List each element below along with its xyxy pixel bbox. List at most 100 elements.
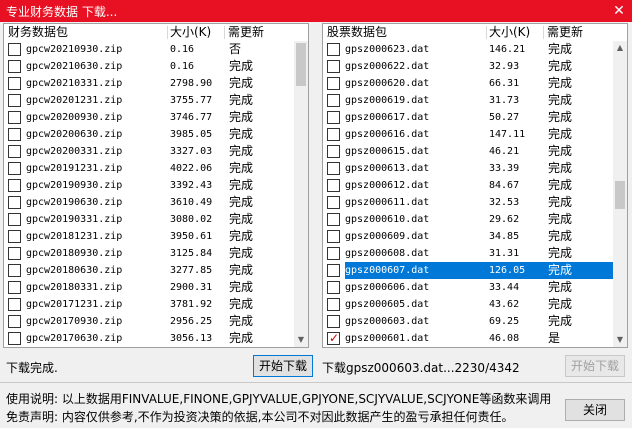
row-checkbox[interactable] [327, 196, 340, 209]
table-row[interactable]: gpsz000623.dat 146.21 完成 [323, 41, 627, 58]
table-row[interactable]: gpcw20190630.zip 3610.49 完成 [4, 194, 308, 211]
row-checkbox[interactable] [8, 213, 21, 226]
table-row[interactable]: gpcw20191231.zip 4022.06 完成 [4, 160, 308, 177]
col-header-name[interactable]: 财务数据包 [8, 24, 68, 41]
table-row[interactable]: gpsz000612.dat 84.67 完成 [323, 177, 627, 194]
table-row[interactable]: gpcw20190930.zip 3392.43 完成 [4, 177, 308, 194]
table-row[interactable]: gpsz000616.dat 147.11 完成 [323, 126, 627, 143]
close-icon[interactable]: ✕ [606, 0, 632, 22]
row-checkbox[interactable] [327, 94, 340, 107]
file-size: 3610.49 [170, 197, 213, 208]
table-row[interactable]: gpsz000607.dat 126.05 完成 [323, 262, 627, 279]
row-checkbox[interactable] [8, 298, 21, 311]
row-checkbox[interactable] [327, 111, 340, 124]
close-button[interactable]: 关闭 [565, 399, 625, 421]
row-checkbox[interactable] [8, 77, 21, 90]
scrollbar-thumb[interactable] [296, 43, 306, 86]
col-header-update[interactable]: 需更新 [228, 24, 264, 41]
row-checkbox[interactable] [327, 213, 340, 226]
table-row[interactable]: ✓ gpsz000601.dat 46.08 是 [323, 330, 627, 347]
col-header-size[interactable]: 大小(K) [170, 24, 211, 41]
table-row[interactable]: gpsz000613.dat 33.39 完成 [323, 160, 627, 177]
row-checkbox[interactable] [327, 179, 340, 192]
row-checkbox[interactable] [8, 179, 21, 192]
file-size: 3781.92 [170, 299, 213, 310]
row-checkbox[interactable] [8, 111, 21, 124]
file-name: gpsz000609.dat [345, 231, 430, 242]
left-start-download-button[interactable]: 开始下载 [253, 355, 313, 377]
table-row[interactable]: gpsz000605.dat 43.62 完成 [323, 296, 627, 313]
file-name: gpsz000601.dat [345, 333, 430, 344]
scrollbar-thumb[interactable] [615, 181, 625, 209]
table-row[interactable]: gpcw20210331.zip 2798.90 完成 [4, 75, 308, 92]
row-checkbox[interactable] [8, 162, 21, 175]
table-row[interactable]: gpsz000615.dat 46.21 完成 [323, 143, 627, 160]
table-row[interactable]: gpcw20180331.zip 2900.31 完成 [4, 279, 308, 296]
row-checkbox[interactable] [327, 315, 340, 328]
row-checkbox[interactable] [8, 196, 21, 209]
right-start-download-button[interactable]: 开始下载 [565, 355, 625, 377]
row-checkbox[interactable] [327, 281, 340, 294]
table-row[interactable]: gpcw20170930.zip 2956.25 完成 [4, 313, 308, 330]
table-row[interactable]: gpsz000606.dat 33.44 完成 [323, 279, 627, 296]
scroll-down-icon[interactable]: ▼ [295, 335, 307, 345]
row-checkbox[interactable] [327, 43, 340, 56]
table-row[interactable]: gpcw20210930.zip 0.16 否 [4, 41, 308, 58]
row-checkbox[interactable] [8, 94, 21, 107]
row-checkbox[interactable] [8, 315, 21, 328]
row-checkbox[interactable] [8, 145, 21, 158]
table-row[interactable]: gpcw20171231.zip 3781.92 完成 [4, 296, 308, 313]
stock-data-list[interactable]: 股票数据包 大小(K) 需更新 gpsz000623.dat 146.21 完成 gp… [322, 23, 628, 348]
table-row[interactable]: gpsz000620.dat 66.31 完成 [323, 75, 627, 92]
row-checkbox[interactable] [327, 264, 340, 277]
scroll-down-icon[interactable]: ▼ [614, 335, 626, 345]
row-checkbox[interactable] [8, 43, 21, 56]
col-header-update[interactable]: 需更新 [547, 24, 583, 41]
table-row[interactable]: gpsz000619.dat 31.73 完成 [323, 92, 627, 109]
row-checkbox[interactable] [8, 247, 21, 260]
row-checkbox[interactable] [327, 60, 340, 73]
row-checkbox[interactable] [327, 298, 340, 311]
table-row[interactable]: gpsz000622.dat 32.93 完成 [323, 58, 627, 75]
table-row[interactable]: gpcw20200630.zip 3985.05 完成 [4, 126, 308, 143]
table-row[interactable]: gpcw20201231.zip 3755.77 完成 [4, 92, 308, 109]
row-checkbox[interactable]: ✓ [327, 331, 340, 345]
file-size: 32.93 [489, 61, 520, 72]
stock-list-scrollbar[interactable]: ▲ ▼ [613, 41, 627, 347]
file-size: 4022.06 [170, 163, 213, 174]
table-row[interactable]: gpsz000610.dat 29.62 完成 [323, 211, 627, 228]
file-size: 46.21 [489, 146, 520, 157]
financial-data-list[interactable]: 财务数据包 大小(K) 需更新 gpcw20210930.zip 0.16 否 gpc… [3, 23, 309, 348]
col-header-name[interactable]: 股票数据包 [327, 24, 387, 41]
scroll-up-icon[interactable]: ▲ [614, 43, 626, 53]
row-checkbox[interactable] [8, 230, 21, 243]
table-row[interactable]: gpsz000608.dat 31.31 完成 [323, 245, 627, 262]
row-checkbox[interactable] [8, 128, 21, 141]
table-row[interactable]: gpsz000611.dat 32.53 完成 [323, 194, 627, 211]
table-row[interactable]: gpcw20180630.zip 3277.85 完成 [4, 262, 308, 279]
table-row[interactable]: gpcw20181231.zip 3950.61 完成 [4, 228, 308, 245]
table-row[interactable]: gpcw20190331.zip 3080.02 完成 [4, 211, 308, 228]
row-checkbox[interactable] [8, 264, 21, 277]
row-checkbox[interactable] [8, 60, 21, 73]
row-checkbox[interactable] [327, 145, 340, 158]
financial-list-scrollbar[interactable]: ▼ [294, 41, 308, 347]
table-row[interactable]: gpsz000609.dat 34.85 完成 [323, 228, 627, 245]
table-row[interactable]: gpcw20180930.zip 3125.84 完成 [4, 245, 308, 262]
table-row[interactable]: gpsz000617.dat 50.27 完成 [323, 109, 627, 126]
row-checkbox[interactable] [327, 77, 340, 90]
row-checkbox[interactable] [327, 247, 340, 260]
file-name: gpsz000622.dat [345, 61, 430, 72]
usage-note: 使用说明: 以上数据用FINVALUE,FINONE,GPJYVALUE,GPJ… [6, 392, 552, 406]
table-row[interactable]: gpcw20200930.zip 3746.77 完成 [4, 109, 308, 126]
col-header-size[interactable]: 大小(K) [489, 24, 530, 41]
table-row[interactable]: gpcw20170630.zip 3056.13 完成 [4, 330, 308, 347]
row-checkbox[interactable] [8, 281, 21, 294]
row-checkbox[interactable] [327, 230, 340, 243]
row-checkbox[interactable] [327, 128, 340, 141]
table-row[interactable]: gpcw20200331.zip 3327.03 完成 [4, 143, 308, 160]
row-checkbox[interactable] [8, 332, 21, 345]
table-row[interactable]: gpcw20210630.zip 0.16 完成 [4, 58, 308, 75]
row-checkbox[interactable] [327, 162, 340, 175]
table-row[interactable]: gpsz000603.dat 69.25 完成 [323, 313, 627, 330]
